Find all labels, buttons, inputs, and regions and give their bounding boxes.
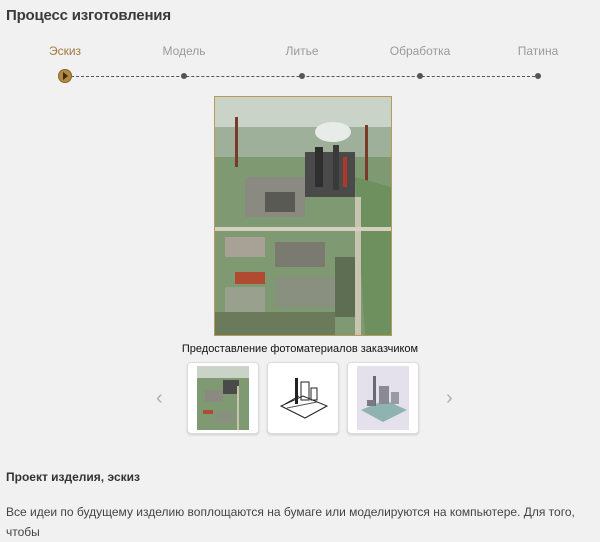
main-photo xyxy=(214,96,392,336)
section-title: Проект изделия, эскиз xyxy=(6,470,140,484)
timeline-dot[interactable] xyxy=(417,73,423,79)
thumbnail-sketch[interactable] xyxy=(267,362,339,434)
step-model[interactable]: Модель xyxy=(162,44,205,58)
aerial-photo-thumbnail xyxy=(197,366,249,430)
chevron-left-icon[interactable]: ‹ xyxy=(156,388,163,408)
play-icon xyxy=(63,72,68,80)
step-processing[interactable]: Обработка xyxy=(390,44,451,58)
timeline-dot-active[interactable] xyxy=(58,69,72,83)
process-steps: Эскиз Модель Литье Обработка Патина xyxy=(0,44,600,84)
step-patina[interactable]: Патина xyxy=(518,44,559,58)
timeline-dot[interactable] xyxy=(535,73,541,79)
section-body-text: Все идеи по будущему изделию воплощаются… xyxy=(6,505,575,539)
aerial-factory-image xyxy=(215,97,391,335)
timeline-dot[interactable] xyxy=(181,73,187,79)
photo-caption: Предоставление фотоматериалов заказчиком xyxy=(181,343,419,355)
3d-model-thumbnail xyxy=(357,366,409,430)
page-title: Процесс изготовления xyxy=(6,7,171,24)
step-casting[interactable]: Литье xyxy=(286,44,319,58)
chevron-right-icon[interactable]: › xyxy=(446,388,453,408)
thumbnail-aerial-photo[interactable] xyxy=(187,362,259,434)
sketch-thumbnail xyxy=(277,366,329,430)
step-sketch[interactable]: Эскиз xyxy=(49,44,81,58)
thumbnail-3d-model[interactable] xyxy=(347,362,419,434)
timeline-dot[interactable] xyxy=(299,73,305,79)
thumbnail-strip: ‹ › xyxy=(0,362,600,434)
